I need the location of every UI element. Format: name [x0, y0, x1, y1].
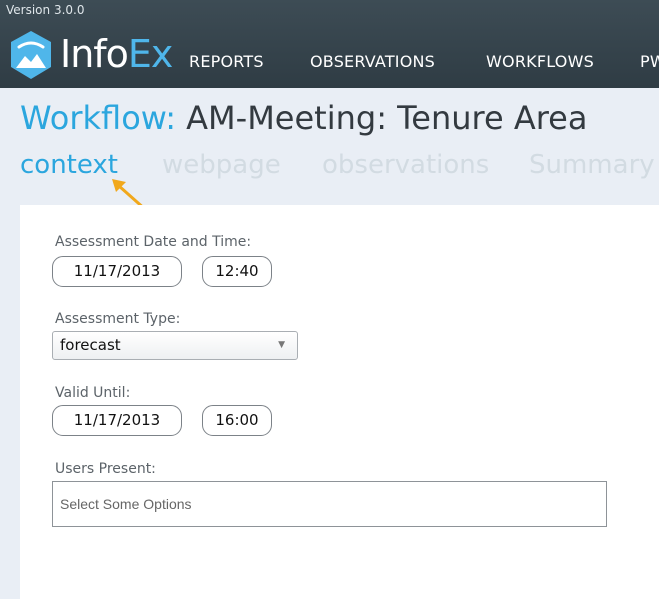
page-title-value: AM-Meeting: Tenure Area [186, 99, 588, 137]
infoex-logo-icon[interactable] [9, 30, 53, 80]
version-label: Version 3.0.0 [6, 3, 85, 17]
users-present-multiselect[interactable] [52, 481, 607, 527]
valid-until-date-input[interactable]: 11/17/2013 [52, 405, 182, 436]
top-bar: Version 3.0.0 InfoEx REPORTS OBSERVATION… [0, 0, 659, 88]
valid-until-label: Valid Until: [55, 385, 131, 401]
assessment-date-label: Assessment Date and Time: [55, 234, 252, 250]
chevron-down-icon: ▼ [278, 340, 285, 350]
nav-observations[interactable]: OBSERVATIONS [310, 52, 435, 71]
page-title-label: Workflow: [20, 99, 176, 137]
users-present-input[interactable] [53, 482, 606, 526]
assessment-type-value: forecast [60, 336, 121, 354]
nav-reports[interactable]: REPORTS [189, 52, 264, 71]
tab-observations[interactable]: observations [322, 150, 489, 180]
valid-until-time-input[interactable]: 16:00 [202, 405, 272, 436]
tab-webpage[interactable]: webpage [162, 150, 281, 180]
page-title: Workflow: AM-Meeting: Tenure Area [20, 99, 587, 137]
brand-wordmark[interactable]: InfoEx [60, 30, 173, 78]
users-present-label: Users Present: [55, 461, 156, 477]
assessment-time-input[interactable]: 12:40 [202, 256, 272, 287]
assessment-type-label: Assessment Type: [55, 311, 181, 327]
nav-pw[interactable]: PW [640, 52, 659, 71]
nav-workflows[interactable]: WORKFLOWS [486, 52, 594, 71]
assessment-type-select[interactable]: forecast ▼ [52, 331, 298, 360]
tab-summary[interactable]: Summary [529, 150, 655, 180]
tab-context[interactable]: context [20, 150, 118, 180]
assessment-date-input[interactable]: 11/17/2013 [52, 256, 182, 287]
